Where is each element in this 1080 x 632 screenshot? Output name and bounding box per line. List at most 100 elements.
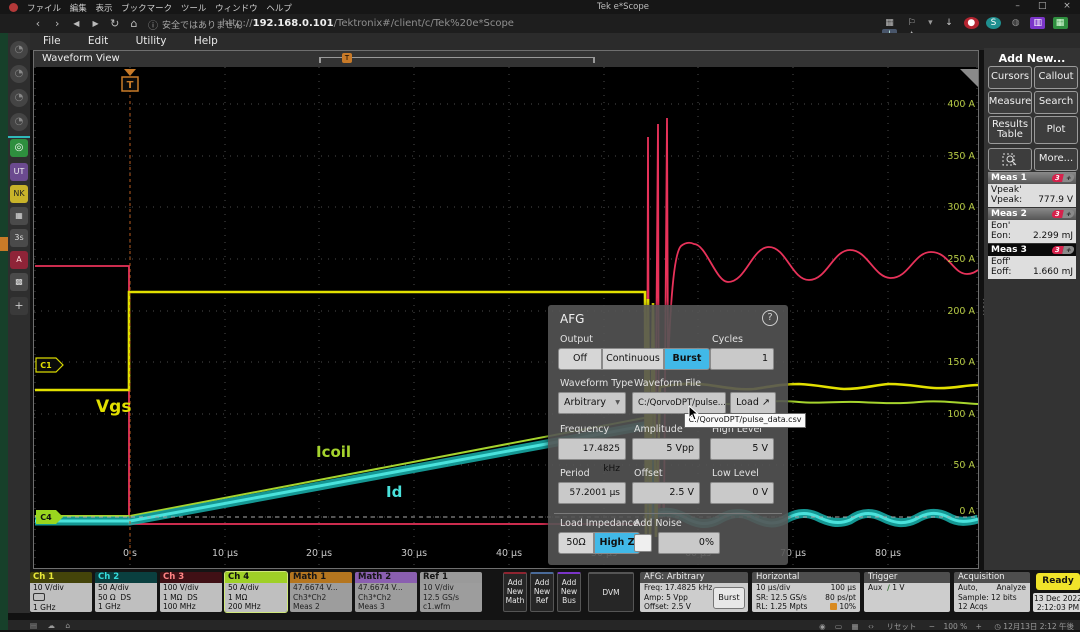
horizontal-badge[interactable]: Horizontal 10 µs/divSR: 12.5 GS/sRL: 1.2… (752, 572, 860, 612)
results-table-button[interactable]: Results Table (988, 116, 1032, 144)
menu-file[interactable]: File (43, 35, 61, 47)
acquisition-badge[interactable]: Acquisition Auto,Analyze Sample: 12 bits… (954, 572, 1030, 612)
output-burst-button[interactable]: Burst (664, 348, 710, 370)
panel-toggle-icon[interactable]: ▤ (30, 621, 37, 630)
ch1-badge[interactable]: Ch 1 10 V/div1 GHz (30, 572, 92, 612)
panel-ut-icon[interactable]: UT (10, 163, 28, 181)
waveform-file-dropdown[interactable]: C:/QorvoDPT/pulse...▾ (632, 392, 726, 414)
download-icon[interactable]: ↓ (942, 17, 957, 29)
more-button[interactable]: More... (1034, 148, 1078, 171)
ch3-badge[interactable]: Ch 3 100 V/div1 MΩ DS100 MHz (160, 572, 222, 612)
measure-button[interactable]: Measure (988, 91, 1032, 114)
rewind-icon[interactable]: ◀ (68, 19, 84, 28)
menu-help[interactable]: Help (194, 35, 218, 47)
extension-red-icon[interactable]: ● (964, 17, 979, 29)
browser-menu-edit[interactable]: 編集 (70, 2, 87, 14)
menu-edit[interactable]: Edit (88, 35, 108, 47)
cursors-button[interactable]: Cursors (988, 66, 1032, 89)
ch2-badge[interactable]: Ch 2 50 A/div50 Ω DS1 GHz (95, 572, 157, 612)
panel-add-icon[interactable]: + (10, 297, 28, 315)
afg-badge[interactable]: AFG: Arbitrary Freq: 17.4825 kHzAmp: 5 V… (640, 572, 748, 612)
search-button[interactable]: Search (1034, 91, 1078, 114)
browser-logo-icon[interactable] (9, 3, 18, 12)
back-icon[interactable]: ‹ (30, 17, 46, 30)
window-minimize-button[interactable]: – (1007, 1, 1029, 11)
browser-menu-help[interactable]: ヘルプ (266, 2, 292, 14)
panel-nk-icon[interactable]: NK (10, 185, 28, 203)
sync-cloud-icon[interactable]: ☁ (47, 621, 55, 630)
ch4-badge[interactable]: Ch 4 50 A/div1 MΩ200 MHz (225, 572, 287, 612)
waveform-view-tab[interactable]: Waveform View T (34, 51, 978, 67)
help-icon[interactable]: ? (762, 310, 778, 326)
zoom-overview-handle[interactable] (960, 69, 978, 87)
cycles-field[interactable]: 1 (710, 348, 774, 370)
panel-tek-scope-icon[interactable]: ◎ (10, 139, 28, 157)
browser-menu-file[interactable]: ファイル (27, 2, 61, 14)
horizontal-pan-slider[interactable] (319, 57, 595, 63)
zoom-mode-button[interactable] (988, 148, 1032, 171)
impedance-50ohm-button[interactable]: 50Ω (558, 532, 594, 554)
output-continuous-button[interactable]: Continuous (602, 348, 664, 370)
url-field[interactable]: http://192.168.0.101/Tektronix#/client/c… (222, 18, 514, 29)
panel-site-icon[interactable]: ◔ (10, 89, 28, 107)
offset-field[interactable]: 2.5 V (632, 482, 700, 504)
panel-site-icon[interactable]: ◔ (10, 113, 28, 131)
plot-button[interactable]: Plot (1034, 116, 1078, 144)
trigger-badge[interactable]: Trigger Aux ∕ 1 V (864, 572, 950, 612)
site-info-icon[interactable]: ⓘ (148, 17, 158, 32)
reload-icon[interactable]: ↻ (107, 17, 123, 30)
extension-grid-icon[interactable]: ▦ (1053, 17, 1068, 29)
dvm-button[interactable]: DVM (588, 572, 634, 612)
meas2-badge[interactable]: Meas 2 3+ Eon' Eon:2.299 mJ (988, 208, 1076, 243)
panel-a-icon[interactable]: A (10, 251, 28, 269)
frequency-field[interactable]: 17.4825 kHz (558, 438, 626, 460)
extension-ghost-icon[interactable]: ◍ (1008, 17, 1023, 29)
trigger-flag[interactable]: T (122, 69, 138, 91)
window-close-button[interactable]: × (1056, 1, 1078, 11)
browser-menu-window[interactable]: ウィンドウ (215, 2, 258, 14)
panel-qr-icon[interactable]: ▦ (10, 207, 28, 225)
meas1-count-pill[interactable]: 3+ (1052, 174, 1074, 182)
panel-3s-icon[interactable]: 3s (10, 229, 28, 247)
speed-dial-icon[interactable]: ▦ (882, 17, 897, 29)
extension-purple-icon[interactable]: ▥ (1030, 17, 1045, 29)
load-button[interactable]: Load ↗ (730, 392, 776, 414)
add-new-math-button[interactable]: Add New Math (503, 572, 527, 612)
callout-button[interactable]: Callout (1034, 66, 1078, 89)
window-maximize-button[interactable]: □ (1031, 1, 1053, 11)
high-level-field[interactable]: 5 V (710, 438, 774, 460)
add-noise-checkbox[interactable] (634, 534, 652, 552)
add-new-ref-button[interactable]: Add New Ref (530, 572, 554, 612)
add-new-bus-button[interactable]: Add New Bus (557, 572, 581, 612)
period-field[interactable]: 57.2001 µs (558, 482, 626, 504)
bookmark-icon[interactable]: ⚐ (904, 17, 919, 29)
meas3-count-pill[interactable]: 3+ (1052, 246, 1074, 254)
home-icon[interactable]: ⌂ (126, 17, 142, 30)
meas2-count-pill[interactable]: 3+ (1052, 210, 1074, 218)
panel-grid-icon[interactable]: ▩ (10, 273, 28, 291)
browser-menu-view[interactable]: 表示 (95, 2, 112, 14)
fastforward-icon[interactable]: ▶ (88, 19, 104, 28)
output-off-button[interactable]: Off (558, 348, 602, 370)
status-home-icon[interactable]: ⌂ (65, 621, 70, 630)
browser-menu-bookmarks[interactable]: ブックマーク (121, 2, 172, 14)
waveform-type-dropdown[interactable]: Arbitrary▾ (558, 392, 626, 414)
ch1-handle[interactable]: C1 (36, 358, 63, 372)
extension-s-icon[interactable]: S (986, 17, 1001, 29)
forward-icon[interactable]: › (49, 17, 65, 30)
ref1-badge[interactable]: Ref 1 10 V/div12.5 GS/sc1.wfm (420, 572, 482, 612)
math2-badge[interactable]: Math 2 47.6674 V...Ch3*Ch2Meas 3 (355, 572, 417, 612)
meas3-badge[interactable]: Meas 3 3+ Eoff' Eoff:1.660 mJ (988, 244, 1076, 279)
menu-utility[interactable]: Utility (136, 35, 167, 47)
panel-site-icon[interactable]: ◔ (10, 65, 28, 83)
meas1-badge[interactable]: Meas 1 3+ Vpeak' Vpeak:777.9 V (988, 172, 1076, 207)
panel-site-icon[interactable]: ◔ (10, 41, 28, 59)
afg-burst-button[interactable]: Burst (713, 587, 745, 609)
amplitude-field[interactable]: 5 Vpp (632, 438, 700, 460)
low-level-field[interactable]: 0 V (710, 482, 774, 504)
browser-menu-tools[interactable]: ツール (181, 2, 207, 14)
waveform-canvas[interactable]: T C1 C4 Vgs Icoil Id 400 A 350 A 300 A 2… (34, 67, 978, 568)
noise-percent-field[interactable]: 0% (658, 532, 720, 554)
slider-trigger-marker[interactable]: T (342, 53, 352, 63)
toolbar-dropdown-icon[interactable]: ▾ (926, 17, 934, 29)
